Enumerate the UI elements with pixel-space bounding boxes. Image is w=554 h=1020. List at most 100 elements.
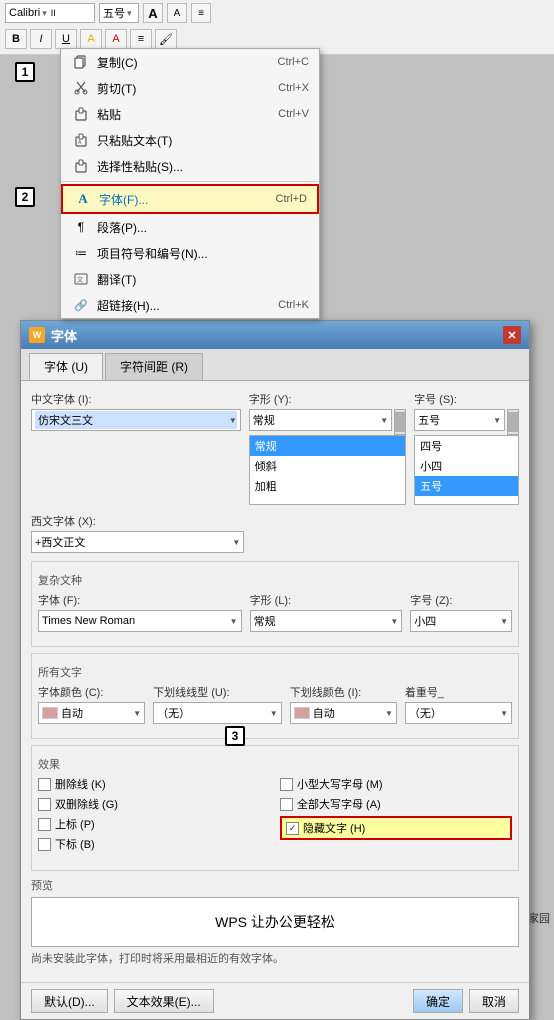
font-style-item-regular[interactable]: 常规 (250, 436, 405, 456)
complex-font-arrow: ▼ (230, 617, 238, 626)
superscript-label: 上标 (P) (55, 816, 95, 832)
font-size-scrollbar[interactable] (507, 409, 519, 435)
tab-char-spacing[interactable]: 字符间距 (R) (105, 353, 203, 380)
underline-style-group: 下划线线型 (U): （无） ▼ (153, 684, 282, 724)
menu-item-paste-select[interactable]: 选择性粘贴(S)... (61, 153, 319, 179)
font-style-select[interactable]: 常规 ▼ (249, 409, 392, 431)
emphasis-arrow: ▼ (500, 709, 508, 718)
decrease-font-btn[interactable]: A (167, 3, 187, 23)
hyperlink-icon: 🔗 (71, 296, 91, 314)
all-caps-checkbox[interactable] (280, 798, 293, 811)
complex-style-select[interactable]: 常规 ▼ (250, 610, 403, 632)
complex-script-label: 复杂文种 (38, 572, 512, 588)
text-effects-btn[interactable]: 文本效果(E)... (114, 989, 214, 1013)
font-size-item-wuhao[interactable]: 五号 (415, 476, 518, 496)
menu-item-cut[interactable]: 剪切(T) Ctrl+X (61, 75, 319, 101)
western-font-group: 西文字体 (X): +西文正文 ▼ (31, 513, 244, 553)
complex-font-select[interactable]: Times New Roman ▼ (38, 610, 242, 632)
menu-item-copy[interactable]: 复制(C) Ctrl+C (61, 49, 319, 75)
font-size-arrow: ▼ (493, 416, 501, 425)
complex-size-select[interactable]: 小四 ▼ (410, 610, 512, 632)
paste-shortcut: Ctrl+V (278, 108, 309, 120)
font-color-select[interactable]: 自动 ▼ (38, 702, 145, 724)
footer-right-buttons: 确定 取消 (413, 989, 519, 1013)
emphasis-group: 着重号_ （无） ▼ (405, 684, 512, 724)
preview-section: 预览 WPS 让办公更轻松 尚未安装此字体，打印时将采用最相近的有效字体。 (31, 877, 519, 966)
font-size-box[interactable]: 五号 ▾ (99, 3, 139, 23)
increase-font-btn[interactable]: A (143, 3, 163, 23)
cancel-btn[interactable]: 取消 (469, 989, 519, 1013)
paragraph-icon: ¶ (71, 218, 91, 236)
underline-style-arrow: ▼ (270, 709, 278, 718)
font-color-btn[interactable]: A (105, 29, 127, 49)
menu-item-hyperlink[interactable]: 🔗 超链接(H)... Ctrl+K (61, 292, 319, 318)
font-size-scroll-thumb (508, 412, 518, 432)
menu-item-translate[interactable]: 文 翻译(T) (61, 266, 319, 292)
western-font-select[interactable]: +西文正文 ▼ (31, 531, 244, 553)
menu-item-font[interactable]: A 字体(F)... Ctrl+D (61, 184, 319, 214)
font-style-item-bold[interactable]: 加粗 (250, 476, 405, 496)
paint-btn[interactable]: 🖌 (155, 29, 177, 49)
font-style-value: 常规 (253, 412, 275, 428)
clear-format-btn[interactable]: ≡ (191, 3, 211, 23)
strikethrough-checkbox[interactable] (38, 778, 51, 791)
menu-item-paste-text[interactable]: A 只粘贴文本(T) (61, 127, 319, 153)
font-name-box[interactable]: Calibri ▾ II (5, 3, 95, 23)
subscript-checkbox[interactable] (38, 838, 51, 851)
font-size-listbox: 四号 小四 五号 (414, 435, 519, 505)
menu-item-paragraph[interactable]: ¶ 段落(P)... (61, 214, 319, 240)
dialog-footer: 默认(D)... 文本效果(E)... 确定 取消 (21, 982, 529, 1019)
underline-btn[interactable]: U (55, 29, 77, 49)
footer-left-buttons: 默认(D)... 文本效果(E)... (31, 989, 214, 1013)
copy-icon (71, 53, 91, 71)
complex-style-arrow: ▼ (390, 617, 398, 626)
font-style-item-italic[interactable]: 倾斜 (250, 456, 405, 476)
dialog-close-btn[interactable]: ✕ (503, 326, 521, 344)
superscript-checkbox[interactable] (38, 818, 51, 831)
hyperlink-label: 超链接(H)... (97, 297, 268, 314)
copy-shortcut: Ctrl+C (278, 56, 309, 68)
toolbar-row1: Calibri ▾ II 五号 ▾ A A ≡ (0, 0, 554, 26)
menu-item-paste[interactable]: 粘贴 Ctrl+V (61, 101, 319, 127)
font-icon: A (73, 190, 93, 208)
hidden-text-label: 隐藏文字 (H) (303, 820, 365, 836)
menu-item-bullets[interactable]: ≔ 项目符号和编号(N)... (61, 240, 319, 266)
preview-note: 尚未安装此字体，打印时将采用最相近的有效字体。 (31, 950, 519, 966)
complex-style-label: 字形 (L): (250, 592, 403, 608)
underline-style-value: （无） (157, 705, 190, 721)
translate-icon: 文 (71, 270, 91, 288)
complex-font-value: Times New Roman (42, 615, 135, 627)
complex-size-label: 字号 (Z): (410, 592, 512, 608)
emphasis-select[interactable]: （无） ▼ (405, 702, 512, 724)
paste-select-label: 选择性粘贴(S)... (97, 158, 299, 175)
small-caps-checkbox[interactable] (280, 778, 293, 791)
chinese-font-value: 仿宋文三文 (35, 411, 237, 429)
font-size-select[interactable]: 五号 ▼ (414, 409, 505, 431)
highlight-btn[interactable]: A (80, 29, 102, 49)
hidden-text-item: 隐藏文字 (H) (280, 816, 512, 840)
underline-style-select[interactable]: （无） ▼ (153, 702, 282, 724)
font-size-item-sihao[interactable]: 四号 (415, 436, 518, 456)
subscript-label: 下标 (B) (55, 836, 95, 852)
ok-btn[interactable]: 确定 (413, 989, 463, 1013)
font-style-scroll-thumb (395, 412, 405, 432)
bullets-label: 项目符号和编号(N)... (97, 245, 299, 262)
translate-label: 翻译(T) (97, 271, 299, 288)
font-size-item-xiaosi[interactable]: 小四 (415, 456, 518, 476)
context-menu: 复制(C) Ctrl+C 剪切(T) Ctrl+X 粘贴 Ctrl+V A 只粘… (60, 48, 320, 319)
preview-label: 预览 (31, 877, 519, 893)
font-color-value: 自动 (61, 705, 83, 721)
hidden-text-checkbox[interactable] (286, 822, 299, 835)
default-btn[interactable]: 默认(D)... (31, 989, 108, 1013)
italic-btn[interactable]: I (30, 29, 52, 49)
font-style-scrollbar[interactable] (394, 409, 406, 435)
double-strikethrough-checkbox[interactable] (38, 798, 51, 811)
underline-style-label: 下划线线型 (U): (153, 684, 282, 700)
cut-label: 剪切(T) (97, 80, 268, 97)
western-font-row: 西文字体 (X): +西文正文 ▼ (31, 513, 519, 553)
align-btn[interactable]: ≡ (130, 29, 152, 49)
underline-color-select[interactable]: 自动 ▼ (290, 702, 397, 724)
tab-font[interactable]: 字体 (U) (29, 353, 103, 380)
chinese-font-select[interactable]: 仿宋文三文 ▼ (31, 409, 241, 431)
bold-btn[interactable]: B (5, 29, 27, 49)
